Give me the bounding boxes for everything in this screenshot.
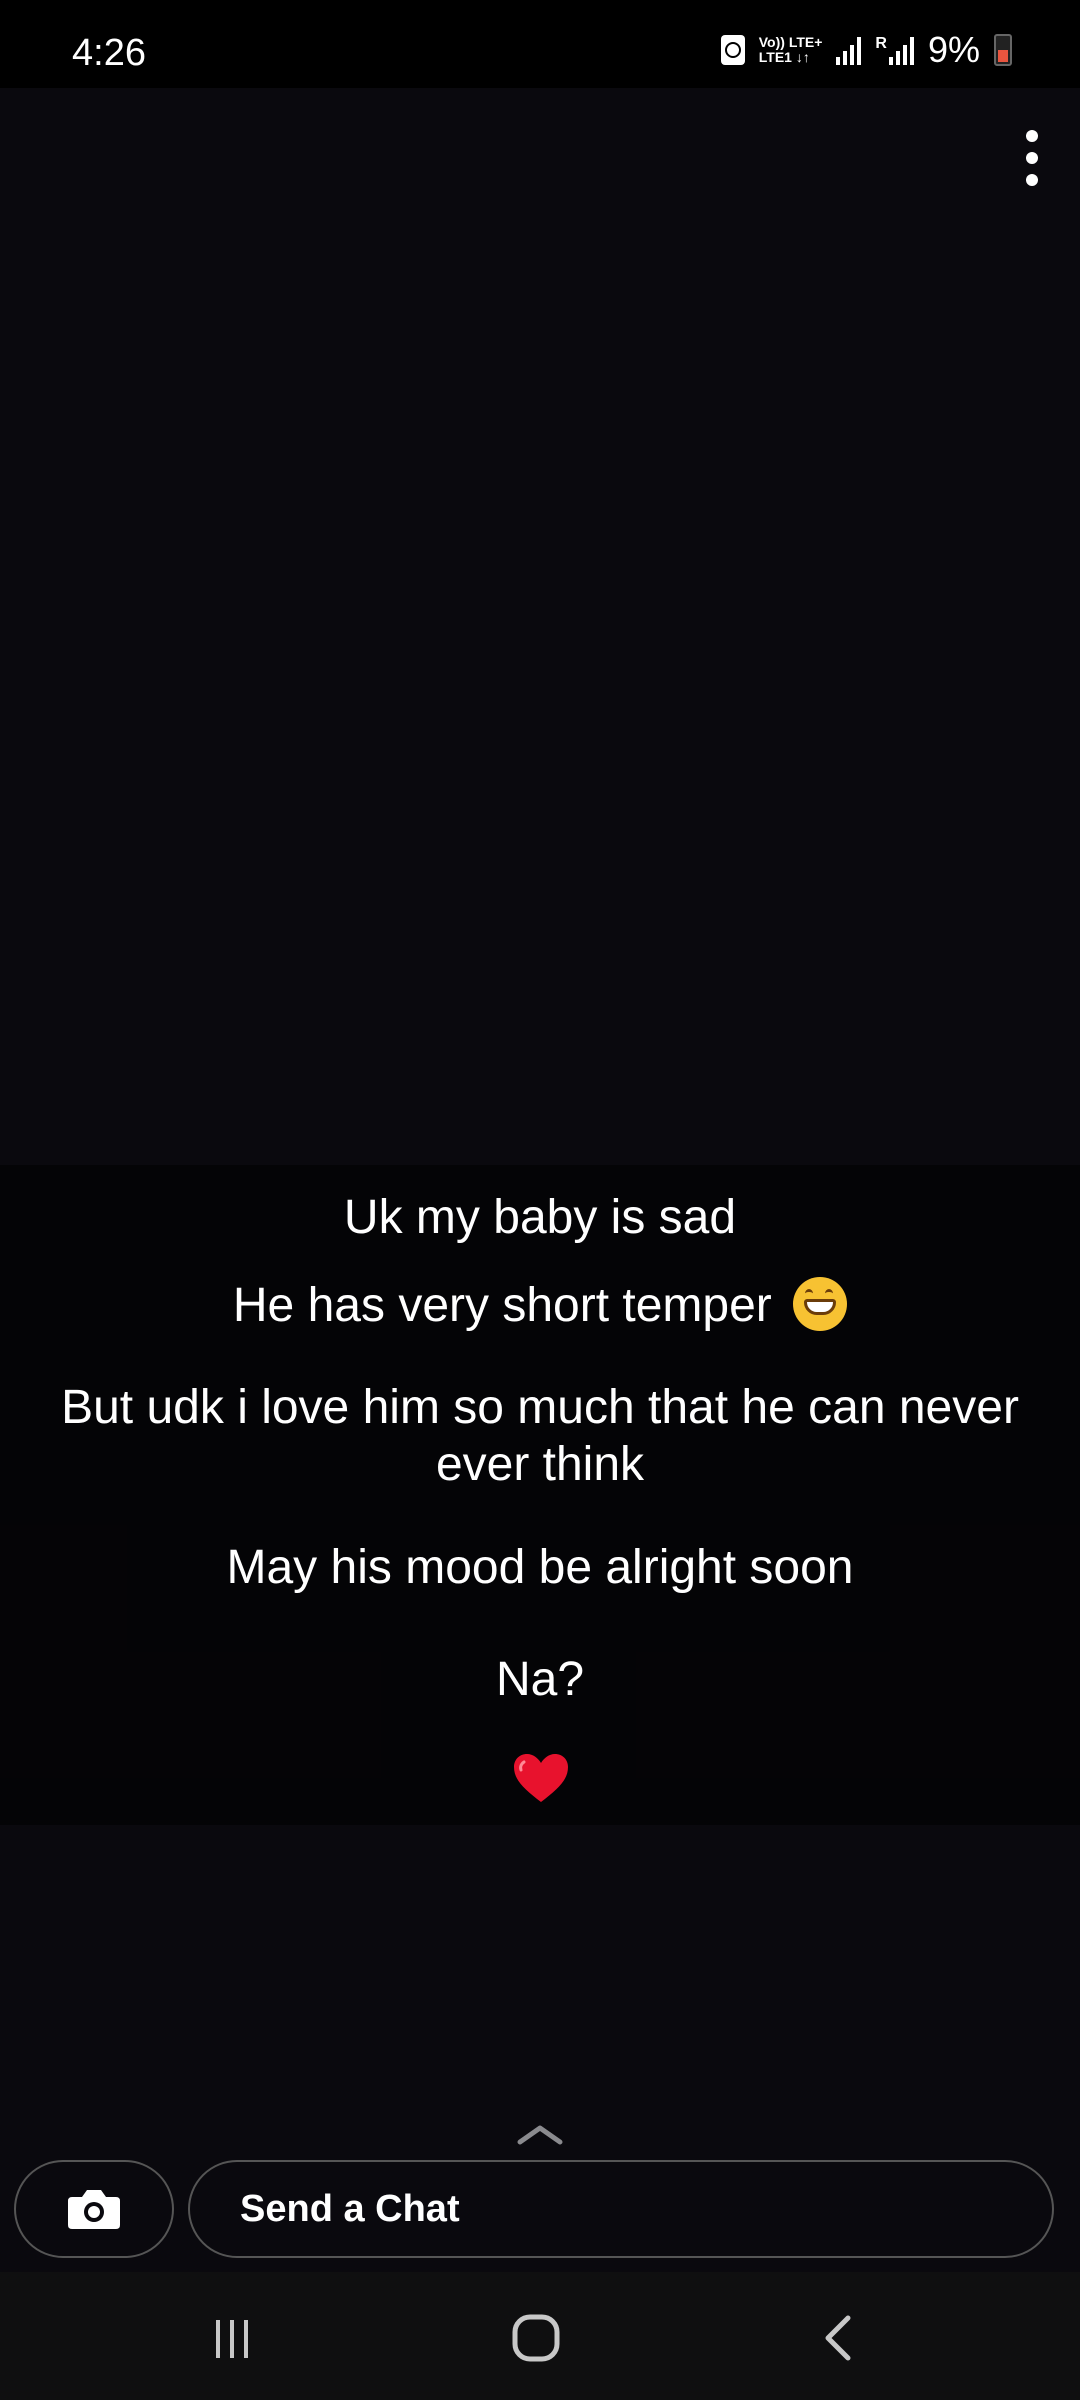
chevron-up-icon[interactable]: [516, 2122, 564, 2146]
caption-line-2: He has very short temper: [0, 1277, 1080, 1334]
network-type-bottom: LTE1 ↓↑: [758, 49, 810, 65]
recent-apps-button[interactable]: [202, 2308, 262, 2368]
home-icon: [512, 2314, 560, 2362]
caption-line-2-text: He has very short temper: [232, 1279, 772, 1332]
snap-viewer: 4:26 Vo)) LTE+ LTE1 ↓↑ R 9% Uk my baby i…: [0, 0, 1080, 2400]
caption-line-1: Uk my baby is sad: [343, 1191, 737, 1244]
camera-button[interactable]: [14, 2160, 174, 2258]
caption-line-3b: ever think: [435, 1438, 645, 1491]
battery-percentage: 9%: [927, 29, 980, 70]
back-button[interactable]: [808, 2308, 868, 2368]
caption-line-3a: But udk i love him so much that he can n…: [61, 1381, 1019, 1434]
send-chat-placeholder: Send a Chat: [240, 2187, 460, 2230]
camera-icon: [68, 2190, 120, 2229]
send-chat-input[interactable]: Send a Chat: [188, 2160, 1054, 2258]
app-notification-icon: [720, 35, 745, 65]
caption-line-4: May his mood be alright soon: [226, 1541, 854, 1594]
battery-icon: [994, 34, 1012, 66]
navigation-bar: [0, 2272, 1080, 2400]
menu-dot: [1026, 152, 1038, 164]
status-icons: Vo)) LTE+ LTE1 ↓↑ R 9%: [720, 29, 1012, 70]
caption-line-5: Na?: [495, 1653, 585, 1706]
back-icon: [825, 2315, 851, 2361]
network-type: Vo)) LTE+ LTE1 ↓↑: [759, 35, 823, 65]
grinning-face-emoji-icon: [793, 1277, 848, 1331]
signal-sim1-icon: [836, 35, 862, 65]
signal-sim2-icon: R: [875, 35, 914, 65]
snap-caption: Uk my baby is sad He has very short temp…: [0, 1165, 1080, 1825]
status-time: 4:26: [72, 32, 146, 74]
more-options-button[interactable]: [1014, 130, 1050, 186]
red-heart-emoji-icon: [514, 1754, 568, 1802]
menu-dot: [1026, 174, 1038, 186]
network-type-top: Vo)) LTE+: [758, 34, 823, 50]
more-vertical-icon: [1026, 130, 1038, 142]
status-bar: 4:26 Vo)) LTE+ LTE1 ↓↑ R 9%: [0, 0, 1080, 88]
home-button[interactable]: [506, 2308, 566, 2368]
recent-apps-icon: [216, 2320, 248, 2358]
roaming-indicator: R: [875, 35, 887, 52]
